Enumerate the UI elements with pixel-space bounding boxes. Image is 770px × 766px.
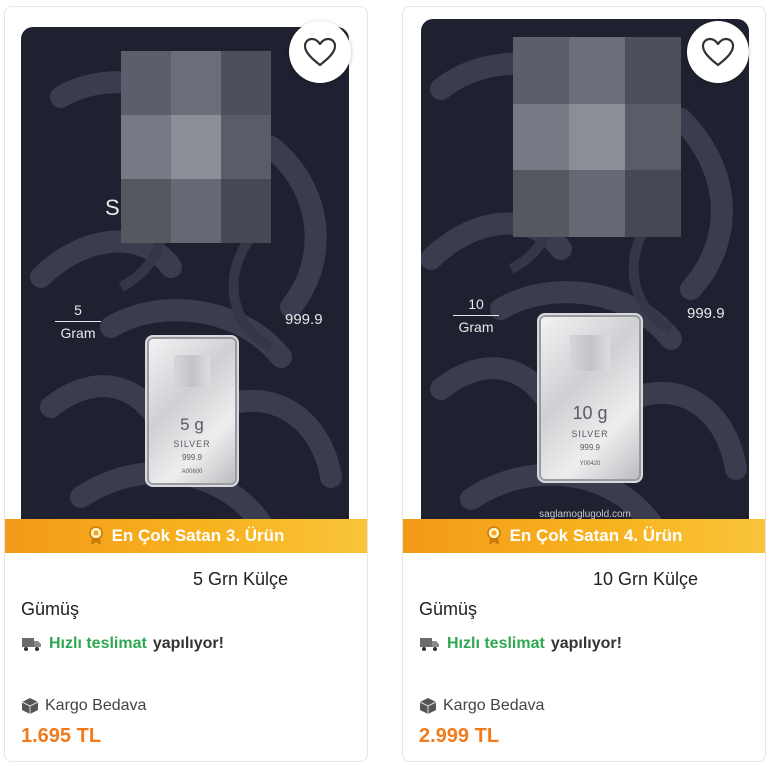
weight-unit: Gram — [60, 325, 96, 341]
bar-metal: SILVER — [173, 439, 211, 449]
truck-icon — [22, 638, 41, 651]
package-weight: 10 Gram — [453, 295, 499, 336]
weight-value: 5 — [74, 302, 82, 318]
badge-text: En Çok Satan 4. Ürün — [509, 526, 683, 545]
bar-serial: Y00420 — [579, 461, 601, 467]
product-title-line2[interactable]: Gümüş — [21, 599, 79, 620]
box-icon — [419, 698, 437, 714]
product-price: 1.695 TL — [21, 725, 102, 747]
product-card[interactable]: 10 Gram 999.9 10 g SILVER 999.9 Y00420 s… — [402, 6, 766, 762]
bar-metal: SILVER — [571, 429, 609, 439]
product-price: 2.999 TL — [419, 725, 500, 747]
package-weight: 5 Gram — [55, 301, 101, 342]
package-image: S 5 Gram 999.9 5 g SILVER 999.9 A00600 — [21, 27, 349, 523]
heart-outline-icon — [303, 37, 337, 67]
fast-delivery: Hızlı teslimat yapılıyor! — [21, 635, 224, 653]
product-title-line1[interactable]: 5 Grn Külçe — [193, 569, 288, 590]
fast-delivery: Hızlı teslimat yapılıyor! — [419, 635, 622, 653]
product-image[interactable]: S 5 Gram 999.9 5 g SILVER 999.9 A00600 — [5, 7, 367, 523]
best-seller-badge: En Çok Satan 4. Ürün — [403, 519, 765, 553]
product-title-line2[interactable]: Gümüş — [419, 599, 477, 620]
truck-icon — [420, 638, 439, 651]
blurred-logo — [121, 51, 271, 243]
box-icon — [21, 698, 39, 714]
product-card[interactable]: S 5 Gram 999.9 5 g SILVER 999.9 A00600 E… — [4, 6, 368, 762]
product-title-line1[interactable]: 10 Grn Külçe — [593, 569, 698, 590]
silver-bar: 5 g SILVER 999.9 A00600 — [145, 335, 239, 487]
best-seller-badge: En Çok Satan 3. Ürün — [5, 519, 367, 553]
silver-bar: 10 g SILVER 999.9 Y00420 — [537, 313, 643, 483]
favorite-button[interactable] — [687, 21, 749, 83]
delivery-highlight: Hızlı teslimat — [447, 635, 545, 652]
medal-icon — [88, 526, 103, 545]
badge-text: En Çok Satan 3. Ürün — [111, 526, 285, 545]
bar-weight: 5 g — [180, 415, 204, 434]
heart-outline-icon — [701, 37, 735, 67]
bar-purity: 999.9 — [181, 453, 203, 462]
bar-purity: 999.9 — [579, 443, 601, 452]
weight-unit: Gram — [458, 319, 494, 335]
blurred-logo — [513, 37, 681, 237]
product-image[interactable]: 10 Gram 999.9 10 g SILVER 999.9 Y00420 s… — [403, 7, 765, 523]
delivery-rest: yapılıyor! — [550, 635, 622, 652]
package-image: 10 Gram 999.9 10 g SILVER 999.9 Y00420 s… — [421, 19, 749, 523]
package-purity: 999.9 — [285, 311, 323, 328]
brand-partial: S — [105, 195, 120, 220]
delivery-highlight: Hızlı teslimat — [49, 635, 147, 652]
delivery-rest: yapılıyor! — [152, 635, 224, 652]
free-shipping: Kargo Bedava — [21, 697, 146, 715]
bar-weight: 10 g — [572, 403, 608, 423]
cargo-text: Kargo Bedava — [443, 697, 545, 714]
cargo-text: Kargo Bedava — [45, 697, 147, 714]
medal-icon — [486, 526, 501, 545]
package-purity: 999.9 — [687, 305, 725, 322]
favorite-button[interactable] — [289, 21, 351, 83]
bar-serial: A00600 — [181, 469, 203, 475]
free-shipping: Kargo Bedava — [419, 697, 544, 715]
weight-value: 10 — [468, 296, 484, 312]
